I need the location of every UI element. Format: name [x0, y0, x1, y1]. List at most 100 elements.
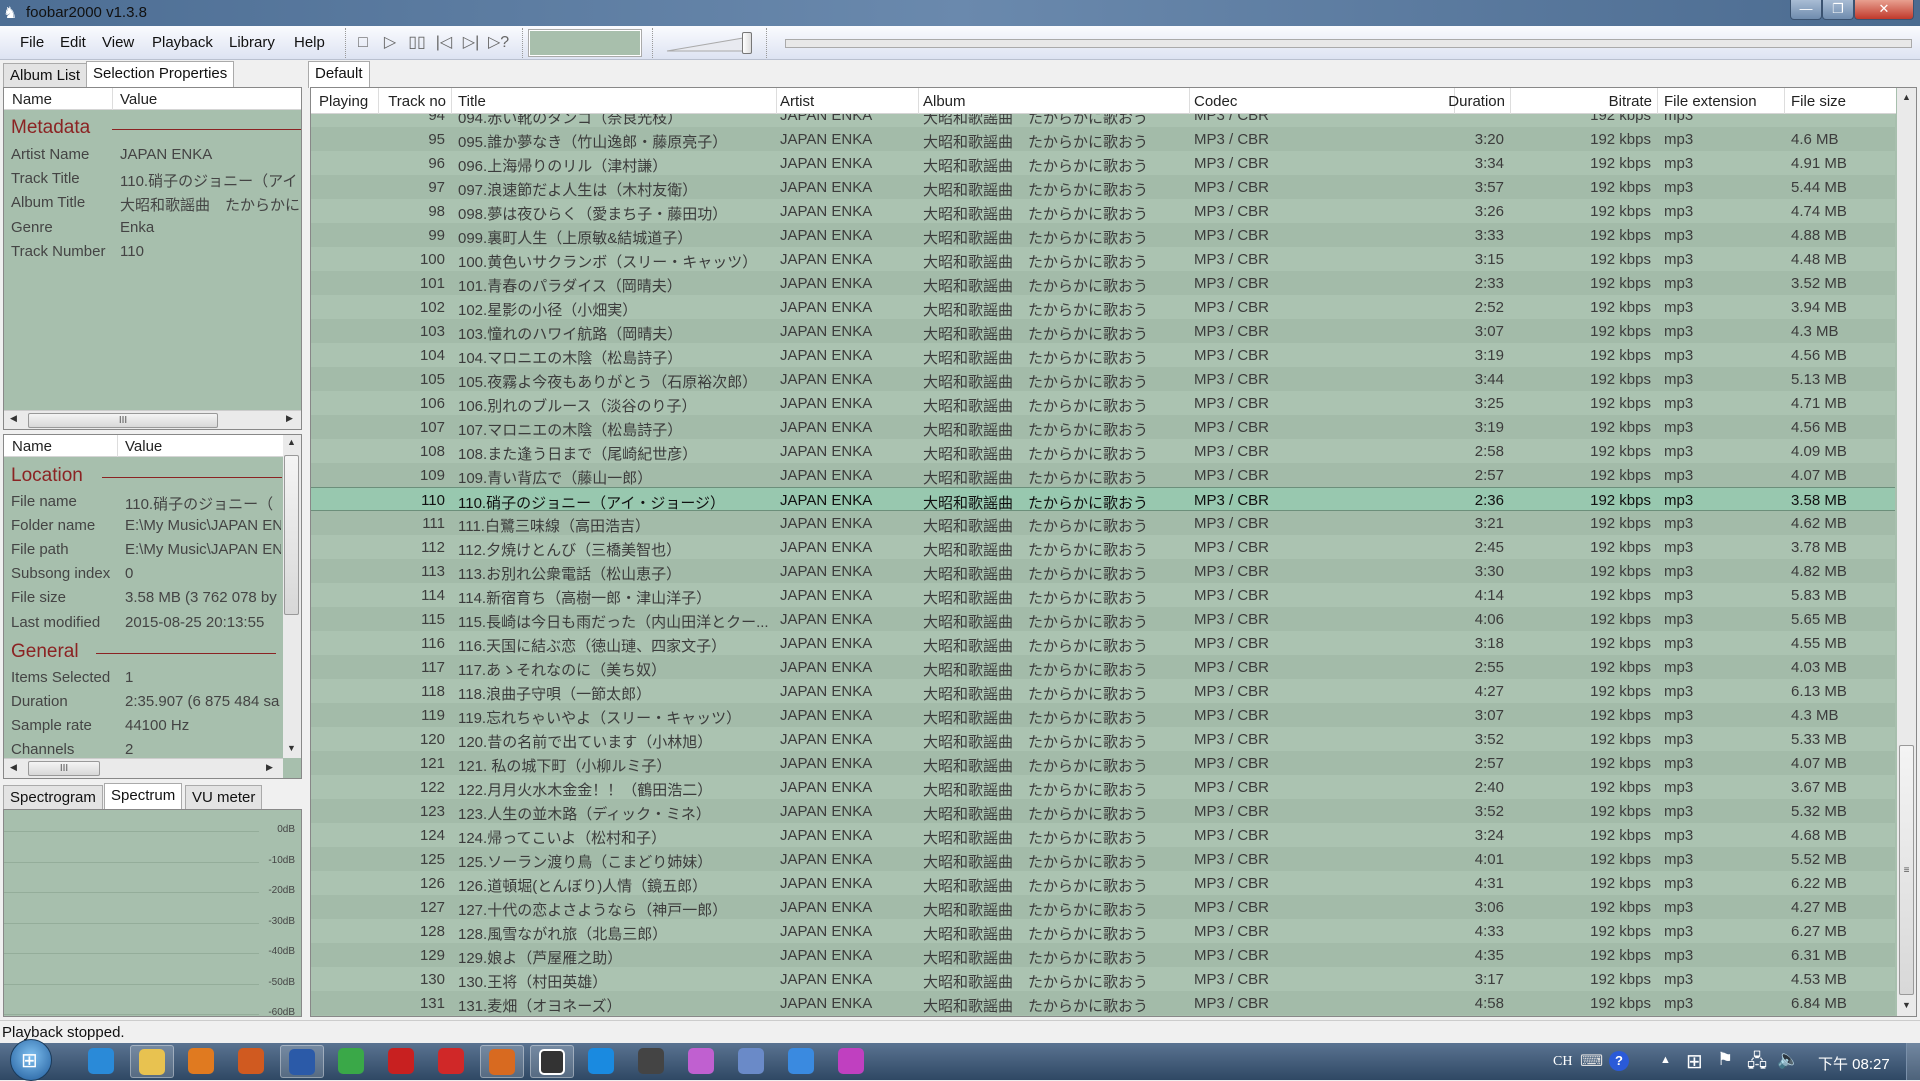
- taskbar-button[interactable]: [80, 1045, 124, 1078]
- playlist-row[interactable]: 126 126.道頓堀(とんぼり)人情（鏡五郎） JAPAN ENKA 大昭和歌謡曲た…: [311, 871, 1895, 895]
- horizontal-scrollbar[interactable]: ◀ III ▶: [4, 410, 301, 429]
- menu-edit[interactable]: Edit: [60, 34, 86, 51]
- scroll-left-arrow-icon[interactable]: ◀: [10, 762, 17, 773]
- playlist-row[interactable]: 121 121. 私の城下町（小柳ルミ子） JAPAN ENKA 大昭和歌謡曲 たからか…: [311, 751, 1895, 775]
- taskbar-button[interactable]: [830, 1045, 874, 1078]
- taskbar-button[interactable]: [130, 1045, 174, 1078]
- playlist-row[interactable]: 105 105.夜霧よ今夜もありがとう（石原裕次郎） JAPAN ENKA 大昭和歌謡…: [311, 367, 1895, 391]
- playlist-row[interactable]: 130 130.王将（村田英雄） JAPAN ENKA 大昭和歌謡曲 たからかに歌おう M…: [311, 967, 1895, 991]
- language-indicator[interactable]: CH: [1553, 1054, 1572, 1070]
- previous-icon[interactable]: |◁: [434, 33, 454, 53]
- vertical-scrollbar[interactable]: ▲ ▼: [283, 435, 301, 758]
- scroll-up-arrow-icon[interactable]: ▲: [1902, 92, 1911, 102]
- stop-icon[interactable]: □: [353, 33, 373, 53]
- taskbar-button[interactable]: [530, 1045, 574, 1078]
- playlist-row[interactable]: 104 104.マロニエの木陰（松島詩子） JAPAN ENKA 大昭和歌謡曲 たからか…: [311, 343, 1895, 367]
- scroll-down-arrow-icon[interactable]: ▼: [287, 743, 296, 753]
- scroll-thumb[interactable]: [284, 455, 299, 615]
- column-header-file-extension[interactable]: File extension: [1664, 93, 1757, 110]
- playlist-row[interactable]: 123 123.人生の並木路（ディック・ミネ） JAPAN ENKA 大昭和歌謡曲 たか…: [311, 799, 1895, 823]
- playlist-row[interactable]: 119 119.忘れちゃいやよ（スリー・キャッツ） JAPAN ENKA 大昭和歌謡曲…: [311, 703, 1895, 727]
- seek-bar[interactable]: [785, 39, 1912, 48]
- tab-spectrogram[interactable]: Spectrogram: [3, 785, 103, 809]
- playlist-row[interactable]: 125 125.ソーラン渡り鳥（こまどり姉妹） JAPAN ENKA 大昭和歌謡曲 たか…: [311, 847, 1895, 871]
- column-header-value[interactable]: Value: [120, 91, 157, 108]
- keyboard-icon[interactable]: ⌨: [1580, 1051, 1603, 1071]
- playlist-row[interactable]: 99 099.裏町人生（上原敏&結城道子） JAPAN ENKA 大昭和歌謡曲 たからか…: [311, 223, 1895, 247]
- column-header-track-no[interactable]: Track no: [388, 93, 446, 110]
- playlist-row[interactable]: 115 115.長崎は今日も雨だった（内山田洋とクー... JAPAN ENKA 大昭…: [311, 607, 1895, 631]
- playlist-row[interactable]: 124 124.帰ってこいよ（松村和子） JAPAN ENKA 大昭和歌謡曲 たからかに…: [311, 823, 1895, 847]
- playlist-row[interactable]: 114 114.新宿育ち（高樹一郎・津山洋子） JAPAN ENKA 大昭和歌謡曲 たか…: [311, 583, 1895, 607]
- menu-playback[interactable]: Playback: [152, 34, 213, 51]
- column-header-playing[interactable]: Playing: [319, 93, 368, 110]
- volume-slider[interactable]: [665, 32, 757, 54]
- column-header-artist[interactable]: Artist: [780, 93, 814, 110]
- taskbar-button[interactable]: [430, 1045, 474, 1078]
- playlist-row[interactable]: 120 120.昔の名前で出ています（小林旭） JAPAN ENKA 大昭和歌謡曲 たか…: [311, 727, 1895, 751]
- playlist-row[interactable]: 112 112.夕焼けとんび（三橋美智也） JAPAN ENKA 大昭和歌謡曲 たからか…: [311, 535, 1895, 559]
- menu-view[interactable]: View: [102, 34, 134, 51]
- playlist-row[interactable]: 107 107.マロニエの木陰（松島詩子） JAPAN ENKA 大昭和歌謡曲 たからか…: [311, 415, 1895, 439]
- playlist-row[interactable]: 122 122.月月火水木金金！！（鶴田浩二） JAPAN ENKA 大昭和歌謡曲 たか…: [311, 775, 1895, 799]
- playlist-row[interactable]: 118 118.浪曲子守唄（一節太郎） JAPAN ENKA 大昭和歌謡曲 たからかに歌…: [311, 679, 1895, 703]
- taskbar-button[interactable]: [780, 1045, 824, 1078]
- volume-handle[interactable]: [742, 32, 752, 54]
- scroll-right-arrow-icon[interactable]: ▶: [286, 413, 293, 424]
- column-header-title[interactable]: Title: [458, 93, 486, 110]
- playlist-row[interactable]: 101 101.青春のパラダイス（岡晴夫） JAPAN ENKA 大昭和歌謡曲 たからか…: [311, 271, 1895, 295]
- taskbar-button[interactable]: [630, 1045, 674, 1078]
- column-header-value[interactable]: Value: [125, 438, 162, 455]
- help-icon[interactable]: ?: [1609, 1051, 1629, 1071]
- playlist-row[interactable]: 111 111.白鷺三味線（高田浩吉） JAPAN ENKA 大昭和歌謡曲 たからかに歌…: [311, 511, 1895, 535]
- taskbar-button[interactable]: [680, 1045, 724, 1078]
- pause-icon[interactable]: ▯▯: [407, 33, 427, 53]
- playlist-row[interactable]: 108 108.また逢う日まで（尾崎紀世彦） JAPAN ENKA 大昭和歌謡曲 たから…: [311, 439, 1895, 463]
- playlist-vertical-scrollbar[interactable]: ▲ ≡ ▼: [1897, 88, 1916, 1016]
- playback-order-box[interactable]: [528, 29, 642, 57]
- playlist-row[interactable]: 102 102.星影の小径（小畑実） JAPAN ENKA 大昭和歌謡曲 たからかに歌お…: [311, 295, 1895, 319]
- horizontal-scrollbar[interactable]: ◀ III ▶: [4, 758, 283, 778]
- show-desktop-button[interactable]: [1906, 1043, 1920, 1080]
- action-center-flag-icon[interactable]: ⚑: [1717, 1049, 1733, 1070]
- column-header-album[interactable]: Album: [923, 93, 966, 110]
- playlist-row[interactable]: 129 129.娘よ（芦屋雁之助） JAPAN ENKA 大昭和歌謡曲 たからかに歌おう…: [311, 943, 1895, 967]
- playlist-row[interactable]: 128 128.風雪ながれ旅（北島三郎） JAPAN ENKA 大昭和歌謡曲 たからかに…: [311, 919, 1895, 943]
- playlist-row[interactable]: 98 098.夢は夜ひらく（愛まち子・藤田功） JAPAN ENKA 大昭和歌謡曲 たか…: [311, 199, 1895, 223]
- taskbar-button[interactable]: [730, 1045, 774, 1078]
- close-button[interactable]: ✕: [1854, 0, 1914, 20]
- playlist-row[interactable]: 95 095.誰か夢なき（竹山逸郎・藤原亮子） JAPAN ENKA 大昭和歌謡曲 たか…: [311, 127, 1895, 151]
- tab-selection-properties[interactable]: Selection Properties: [86, 61, 235, 88]
- taskbar-button[interactable]: [330, 1045, 374, 1078]
- scroll-down-arrow-icon[interactable]: ▼: [1902, 1000, 1911, 1010]
- scroll-right-arrow-icon[interactable]: ▶: [266, 762, 273, 773]
- playlist-row[interactable]: 116 116.天国に結ぶ恋（徳山璉、四家文子） JAPAN ENKA 大昭和歌謡曲た…: [311, 631, 1895, 655]
- minimize-button[interactable]: —: [1790, 0, 1822, 20]
- network-disconnected-icon[interactable]: 🖧: [1747, 1049, 1767, 1079]
- scroll-thumb[interactable]: ≡: [1899, 745, 1914, 995]
- playlist-row[interactable]: 109 109.青い背広で（藤山一郎） JAPAN ENKA 大昭和歌謡曲 たからかに歌…: [311, 463, 1895, 487]
- playlist-row-selected[interactable]: 110 110.硝子のジョニー（アイ・ジョージ） JAPAN ENKA 大昭和歌謡曲た…: [311, 487, 1895, 512]
- playlist-row[interactable]: 94 094.赤い靴のタンゴ（奈良光枝） JAPAN ENKA 大昭和歌謡曲 たからかに…: [311, 114, 1895, 127]
- playlist-row[interactable]: 100 100.黄色いサクランボ（スリー・キャッツ） JAPAN ENKA 大昭和歌謡…: [311, 247, 1895, 271]
- column-header-file-size[interactable]: File size: [1791, 93, 1846, 110]
- playlist-row[interactable]: 103 103.憧れのハワイ航路（岡晴夫） JAPAN ENKA 大昭和歌謡曲 たからか…: [311, 319, 1895, 343]
- tab-vu-meter[interactable]: VU meter: [185, 785, 263, 809]
- tab-spectrum[interactable]: Spectrum: [104, 783, 183, 810]
- tab-default-playlist[interactable]: Default: [308, 61, 370, 88]
- scroll-thumb[interactable]: III: [28, 761, 100, 776]
- menu-library[interactable]: Library: [229, 34, 275, 51]
- clock[interactable]: 下午 08:27: [1818, 1053, 1890, 1074]
- volume-icon[interactable]: 🔈: [1777, 1049, 1799, 1070]
- menu-file[interactable]: File: [20, 34, 44, 51]
- column-header-name[interactable]: Name: [12, 438, 52, 455]
- taskbar-button[interactable]: [230, 1045, 274, 1078]
- playlist-row[interactable]: 97 097.浪速節だよ人生は（木村友衛） JAPAN ENKA 大昭和歌謡曲 たからか…: [311, 175, 1895, 199]
- playlist-row[interactable]: 113 113.お別れ公衆電話（松山恵子） JAPAN ENKA 大昭和歌謡曲 たからか…: [311, 559, 1895, 583]
- column-header-codec[interactable]: Codec: [1194, 93, 1237, 110]
- playlist-row[interactable]: 117 117.あゝそれなのに（美ち奴） JAPAN ENKA 大昭和歌謡曲 たからかに…: [311, 655, 1895, 679]
- playlist-row[interactable]: 96 096.上海帰りのリル（津村謙） JAPAN ENKA 大昭和歌謡曲 たからかに歌…: [311, 151, 1895, 175]
- column-header-bitrate[interactable]: Bitrate: [1609, 93, 1652, 110]
- scroll-left-arrow-icon[interactable]: ◀: [10, 413, 17, 424]
- tab-album-list[interactable]: Album List: [3, 63, 88, 87]
